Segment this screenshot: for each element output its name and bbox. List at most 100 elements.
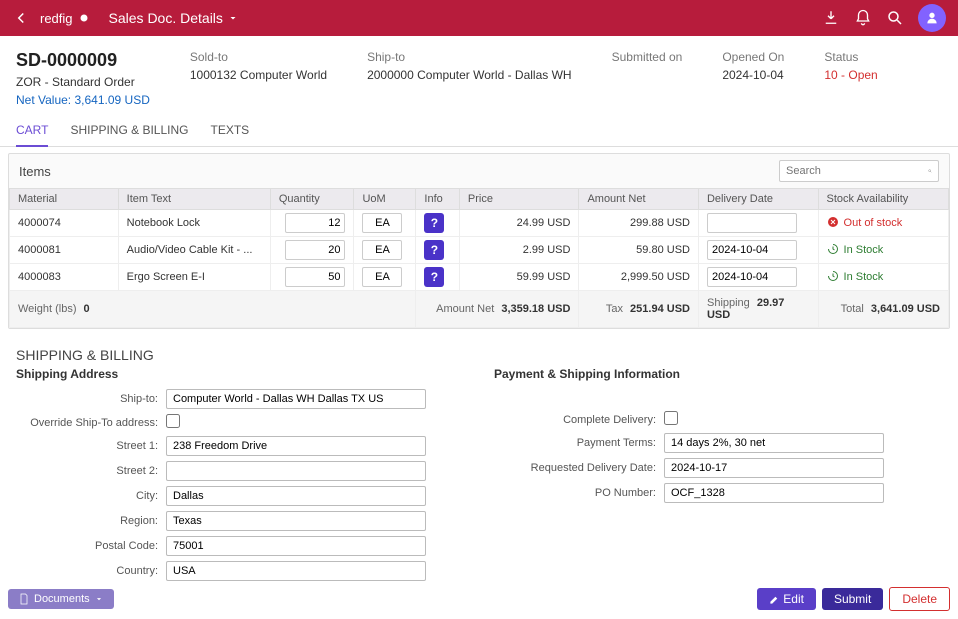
- requested-delivery-field[interactable]: [664, 458, 884, 478]
- documents-button[interactable]: Documents: [8, 589, 114, 609]
- chevron-down-icon: [227, 12, 239, 24]
- table-row: 4000074Notebook Lock? 24.99 USD299.88 USD…: [10, 210, 949, 237]
- items-search-input[interactable]: [786, 165, 928, 177]
- delivery-date-input[interactable]: [707, 213, 797, 233]
- items-panel: Items Material Item Text Quantity UoM In…: [8, 153, 950, 329]
- col-material: Material: [10, 189, 119, 210]
- street1-field[interactable]: [166, 436, 426, 456]
- stock-badge: In Stock: [827, 243, 940, 258]
- stock-badge: Out of stock: [827, 216, 940, 231]
- avatar[interactable]: [918, 4, 946, 32]
- ship-to-value: 2000000 Computer World - Dallas WH: [367, 68, 572, 82]
- footer-bar: Documents Edit Submit Delete: [8, 587, 950, 611]
- search-icon: [928, 165, 932, 177]
- delivery-date-input[interactable]: [707, 240, 797, 260]
- region-field[interactable]: [166, 511, 426, 531]
- override-checkbox[interactable]: [166, 414, 180, 428]
- city-field[interactable]: [166, 486, 426, 506]
- tab-cart[interactable]: CART: [16, 115, 48, 147]
- quantity-input[interactable]: [285, 213, 345, 233]
- search-icon[interactable]: [886, 9, 904, 27]
- uom-input[interactable]: [362, 240, 402, 260]
- bell-icon[interactable]: [854, 9, 872, 27]
- shipping-billing-section: Shipping Address Ship-to: Override Ship-…: [0, 367, 958, 586]
- opened-label: Opened On: [722, 50, 784, 64]
- col-amount: Amount Net: [579, 189, 699, 210]
- complete-delivery-checkbox[interactable]: [664, 411, 678, 425]
- brand-logo: redfig: [40, 11, 91, 26]
- cell-amount: 2,999.50 USD: [579, 264, 699, 291]
- col-item-text: Item Text: [118, 189, 270, 210]
- error-icon: [827, 216, 839, 231]
- status-value: 10 - Open: [824, 68, 877, 82]
- submit-button[interactable]: Submit: [822, 588, 883, 610]
- cell-price: 2.99 USD: [459, 237, 579, 264]
- opened-value: 2024-10-04: [722, 68, 784, 82]
- postal-field[interactable]: [166, 536, 426, 556]
- documents-icon: [18, 593, 30, 605]
- clock-icon: [827, 270, 839, 285]
- sold-to-label: Sold-to: [190, 50, 327, 64]
- cell-amount: 299.88 USD: [579, 210, 699, 237]
- col-quantity: Quantity: [270, 189, 354, 210]
- tab-shipping-billing[interactable]: SHIPPING & BILLING: [70, 115, 188, 146]
- cell-amount: 59.80 USD: [579, 237, 699, 264]
- cell-item-text: Ergo Screen E-I: [118, 264, 270, 291]
- page-title-dropdown[interactable]: Sales Doc. Details: [109, 10, 239, 26]
- col-price: Price: [459, 189, 579, 210]
- brand-icon: [77, 11, 91, 25]
- top-bar: redfig Sales Doc. Details: [0, 0, 958, 36]
- cell-material: 4000074: [10, 210, 119, 237]
- col-delivery: Delivery Date: [698, 189, 818, 210]
- status-label: Status: [824, 50, 877, 64]
- stock-badge: In Stock: [827, 270, 940, 285]
- edit-button[interactable]: Edit: [757, 588, 816, 610]
- sold-to-value: 1000132 Computer World: [190, 68, 327, 82]
- table-row: 4000083Ergo Screen E-I? 59.99 USD2,999.50…: [10, 264, 949, 291]
- cell-material: 4000081: [10, 237, 119, 264]
- shipping-address-title: Shipping Address: [16, 367, 464, 381]
- back-icon[interactable]: [12, 9, 30, 27]
- info-button[interactable]: ?: [424, 240, 444, 260]
- col-info: Info: [416, 189, 459, 210]
- order-type: ZOR - Standard Order: [16, 75, 150, 89]
- shipping-billing-title: SHIPPING & BILLING: [0, 335, 958, 367]
- tab-texts[interactable]: TEXTS: [211, 115, 250, 146]
- cell-price: 59.99 USD: [459, 264, 579, 291]
- col-uom: UoM: [354, 189, 416, 210]
- items-title: Items: [19, 164, 51, 179]
- street2-field[interactable]: [166, 461, 426, 481]
- col-stock: Stock Availability: [818, 189, 948, 210]
- pencil-icon: [769, 594, 780, 605]
- info-button[interactable]: ?: [424, 267, 444, 287]
- uom-input[interactable]: [362, 213, 402, 233]
- submitted-label: Submitted on: [612, 50, 683, 64]
- country-field[interactable]: [166, 561, 426, 581]
- download-icon[interactable]: [822, 9, 840, 27]
- info-button[interactable]: ?: [424, 213, 444, 233]
- cell-item-text: Audio/Video Cable Kit - ...: [118, 237, 270, 264]
- net-value-link[interactable]: Net Value: 3,641.09 USD: [16, 93, 150, 107]
- delivery-date-input[interactable]: [707, 267, 797, 287]
- uom-input[interactable]: [362, 267, 402, 287]
- tabs: CART SHIPPING & BILLING TEXTS: [0, 115, 958, 147]
- table-row: 4000081Audio/Video Cable Kit - ...? 2.99 …: [10, 237, 949, 264]
- ship-to-label: Ship-to: [367, 50, 572, 64]
- po-number-field[interactable]: [664, 483, 884, 503]
- delete-button[interactable]: Delete: [889, 587, 950, 611]
- cell-item-text: Notebook Lock: [118, 210, 270, 237]
- payment-info-title: Payment & Shipping Information: [494, 367, 942, 381]
- chevron-down-icon: [94, 594, 104, 604]
- cell-price: 24.99 USD: [459, 210, 579, 237]
- payment-terms-field[interactable]: [664, 433, 884, 453]
- totals-row: Weight (lbs) 0 Amount Net 3,359.18 USD T…: [10, 291, 949, 328]
- order-header: SD-0000009 ZOR - Standard Order Net Valu…: [0, 36, 958, 115]
- quantity-input[interactable]: [285, 267, 345, 287]
- quantity-input[interactable]: [285, 240, 345, 260]
- order-id: SD-0000009: [16, 50, 150, 71]
- items-table: Material Item Text Quantity UoM Info Pri…: [9, 188, 949, 328]
- ship-to-field[interactable]: [166, 389, 426, 409]
- clock-icon: [827, 243, 839, 258]
- items-search[interactable]: [779, 160, 939, 182]
- cell-material: 4000083: [10, 264, 119, 291]
